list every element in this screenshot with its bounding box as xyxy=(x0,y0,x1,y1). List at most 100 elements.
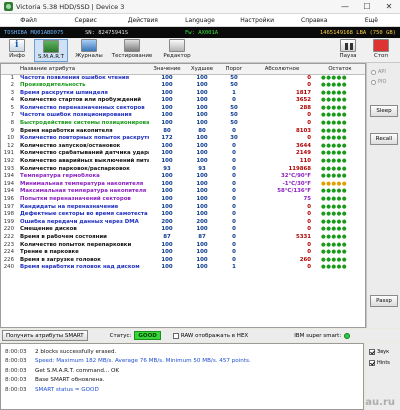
attr-raw: 5331 xyxy=(295,233,311,240)
smart-attributes-table[interactable]: Название атрибута Значение Худшее Порог … xyxy=(0,63,366,328)
attr-raw: 0 xyxy=(307,74,311,81)
sound-checkbox[interactable]: Звук xyxy=(369,349,389,355)
col-name-header[interactable]: Название атрибута xyxy=(17,64,149,75)
tab-journal[interactable]: Журналы xyxy=(72,39,106,62)
table-row[interactable]: 8 Быстродействие системы позиционирования… xyxy=(1,120,365,128)
maximize-button[interactable]: ☐ xyxy=(356,0,378,14)
attr-id: 10 xyxy=(7,135,14,142)
recall-button[interactable]: Recall xyxy=(370,133,398,145)
attr-value: 100 xyxy=(161,97,173,104)
col-value-header[interactable]: Значение xyxy=(149,64,185,75)
col-remaining-header[interactable]: Остаток xyxy=(315,64,365,75)
ibm-super-smart[interactable]: IBM super smart: xyxy=(294,332,351,339)
stop-button[interactable]: Стоп xyxy=(368,39,394,62)
attr-worst: 100 xyxy=(196,97,208,104)
editor-icon xyxy=(169,39,185,52)
attr-value: 100 xyxy=(161,188,173,195)
table-row[interactable]: 222 Время в рабочем состоянии 87 87 0 5331 ●●●… xyxy=(1,234,365,242)
minimize-button[interactable]: — xyxy=(334,0,356,14)
attr-name: Количество парковок/распарковок xyxy=(20,165,130,172)
attr-name: Количество переназначенных секторов xyxy=(20,104,145,111)
attr-health: ●●●●● xyxy=(321,264,348,271)
table-row[interactable]: 1 Частота появления ошибок чтения 100 100 50… xyxy=(1,74,365,82)
attr-id: 194 xyxy=(3,173,14,180)
table-row[interactable]: 224 Трение в парковке 100 100 0 0 ●●●●● xyxy=(1,249,365,257)
table-row[interactable]: 223 Количество попыток перепарковки 100 100… xyxy=(1,242,365,250)
table-row[interactable]: 191 Количество срабатываний датчика удара… xyxy=(1,150,365,158)
tab-smart[interactable]: S.M.A.R.T xyxy=(34,39,68,62)
table-row[interactable]: 240 Время наработки головок над диском 100… xyxy=(1,264,365,272)
table-row[interactable]: 12 Количество запусков/остановок 100 100 0 36… xyxy=(1,143,365,151)
attr-worst: 100 xyxy=(196,203,208,210)
menu-file[interactable]: Файл xyxy=(0,17,57,24)
api-radio[interactable]: API xyxy=(371,69,386,75)
drive-info-bar: TOSHIBA MQ01ABD075 SN: 82475941S Fw: AX0… xyxy=(0,27,400,38)
attr-threshold: 50 xyxy=(230,104,238,111)
attr-worst: 100 xyxy=(196,196,208,202)
attr-health: ●●●●● xyxy=(321,218,348,225)
table-row[interactable]: 2 Производительность 100 100 50 0 ●●●●● xyxy=(1,82,365,90)
tab-tests[interactable]: Тестирование xyxy=(110,39,154,62)
table-row[interactable]: 193 Количество парковок/распарковок 93 93 0 1… xyxy=(1,166,365,174)
table-row[interactable]: 199 Ошибка передачи данных через DMA 200 20… xyxy=(1,219,365,227)
col-raw-header[interactable]: Абсолютное xyxy=(249,64,315,75)
attr-worst: 100 xyxy=(196,158,208,165)
attr-name: Попытки переназначений секторов xyxy=(20,196,131,202)
table-row[interactable]: 194 Минимальная температура накопителя 100… xyxy=(1,181,365,189)
menu-help[interactable]: Справка xyxy=(286,17,343,24)
passport-button[interactable]: Passp xyxy=(370,295,398,307)
close-button[interactable]: ✕ xyxy=(378,0,400,14)
attr-threshold: 0 xyxy=(232,180,236,187)
attr-worst: 100 xyxy=(196,249,208,256)
log-panel[interactable]: 8:00:03 2 blocks successfully erased. 8:00… xyxy=(0,343,364,410)
attr-value: 100 xyxy=(161,74,173,81)
attr-id: 240 xyxy=(3,264,14,271)
attr-worst: 100 xyxy=(196,135,208,142)
attr-id: 194 xyxy=(3,180,14,187)
attr-value: 87 xyxy=(163,233,171,240)
col-id-header[interactable] xyxy=(1,64,17,75)
tab-info[interactable]: Инфо xyxy=(4,39,30,62)
table-row[interactable]: 9 Время наработки накопителя 80 80 0 8103 ●●●●… xyxy=(1,128,365,136)
attr-threshold: 50 xyxy=(230,112,238,119)
pause-button[interactable]: Пауза xyxy=(336,39,360,62)
col-threshold-header[interactable]: Порог xyxy=(219,64,249,75)
attr-worst: 100 xyxy=(196,256,208,263)
menu-settings[interactable]: Настройки xyxy=(229,17,286,24)
table-row[interactable]: 194 Максимальная температура накопителя 10… xyxy=(1,188,365,196)
menu-actions[interactable]: Действия xyxy=(114,17,171,24)
menu-service[interactable]: Сервис xyxy=(57,17,114,24)
attr-threshold: 1 xyxy=(232,264,236,271)
attr-value: 100 xyxy=(161,241,173,248)
attr-id: 3 xyxy=(10,89,14,96)
table-row[interactable]: 7 Частота ошибок позиционирования 100 100 50… xyxy=(1,112,365,120)
table-row[interactable]: 4 Количество стартов или пробуждений 100 10… xyxy=(1,97,365,105)
table-row[interactable]: 198 Дефектные секторы во время самотеста 1… xyxy=(1,211,365,219)
tab-editor[interactable]: Редактор xyxy=(160,39,194,62)
api-radio-label: API xyxy=(378,69,386,75)
attr-health: ●●●●● xyxy=(321,233,348,240)
table-row[interactable]: 196 Попытки переназначений секторов 100 100… xyxy=(1,196,365,204)
table-row[interactable]: 197 Кандидаты на переназначение 100 100 0 0 ●●… xyxy=(1,204,365,212)
pio-radio[interactable]: PIO xyxy=(371,79,386,85)
raw-hex-checkbox[interactable]: RAW отображать в HEX xyxy=(172,332,248,339)
table-row[interactable]: 192 Количество аварийных выключений питан… xyxy=(1,158,365,166)
sleep-button[interactable]: Sleep xyxy=(370,105,398,117)
menu-language[interactable]: Language xyxy=(171,17,228,24)
attr-worst: 80 xyxy=(198,127,206,134)
table-row[interactable]: 194 Температура гермоблока 100 100 0 32°C/90°… xyxy=(1,173,365,181)
menu-more[interactable]: Ещё xyxy=(343,17,400,24)
table-row[interactable]: 3 Время раскрутки шпинделя 100 100 1 1817 ●●●●… xyxy=(1,90,365,98)
table-row[interactable]: 10 Количество повторных попыток раскрутки… xyxy=(1,135,365,143)
attr-health: ●●●●● xyxy=(321,142,348,149)
hints-checkbox[interactable]: Hints xyxy=(369,360,390,366)
col-worst-header[interactable]: Худшее xyxy=(185,64,219,75)
attr-id: 226 xyxy=(3,256,14,263)
get-smart-button[interactable]: Получить атрибуты SMART xyxy=(2,330,88,341)
table-row[interactable]: 226 Время в загрузке головок 100 100 0 260 ●●●… xyxy=(1,257,365,265)
table-row[interactable]: 5 Количество переназначенных секторов 100 1… xyxy=(1,105,365,113)
attr-threshold: 0 xyxy=(232,196,236,202)
pio-radio-dot xyxy=(371,79,376,85)
table-row[interactable]: 220 Смещение дисков 100 100 0 0 ●●●●● xyxy=(1,226,365,234)
log-line: 8:00:03 SMART status = GOOD xyxy=(1,385,363,395)
